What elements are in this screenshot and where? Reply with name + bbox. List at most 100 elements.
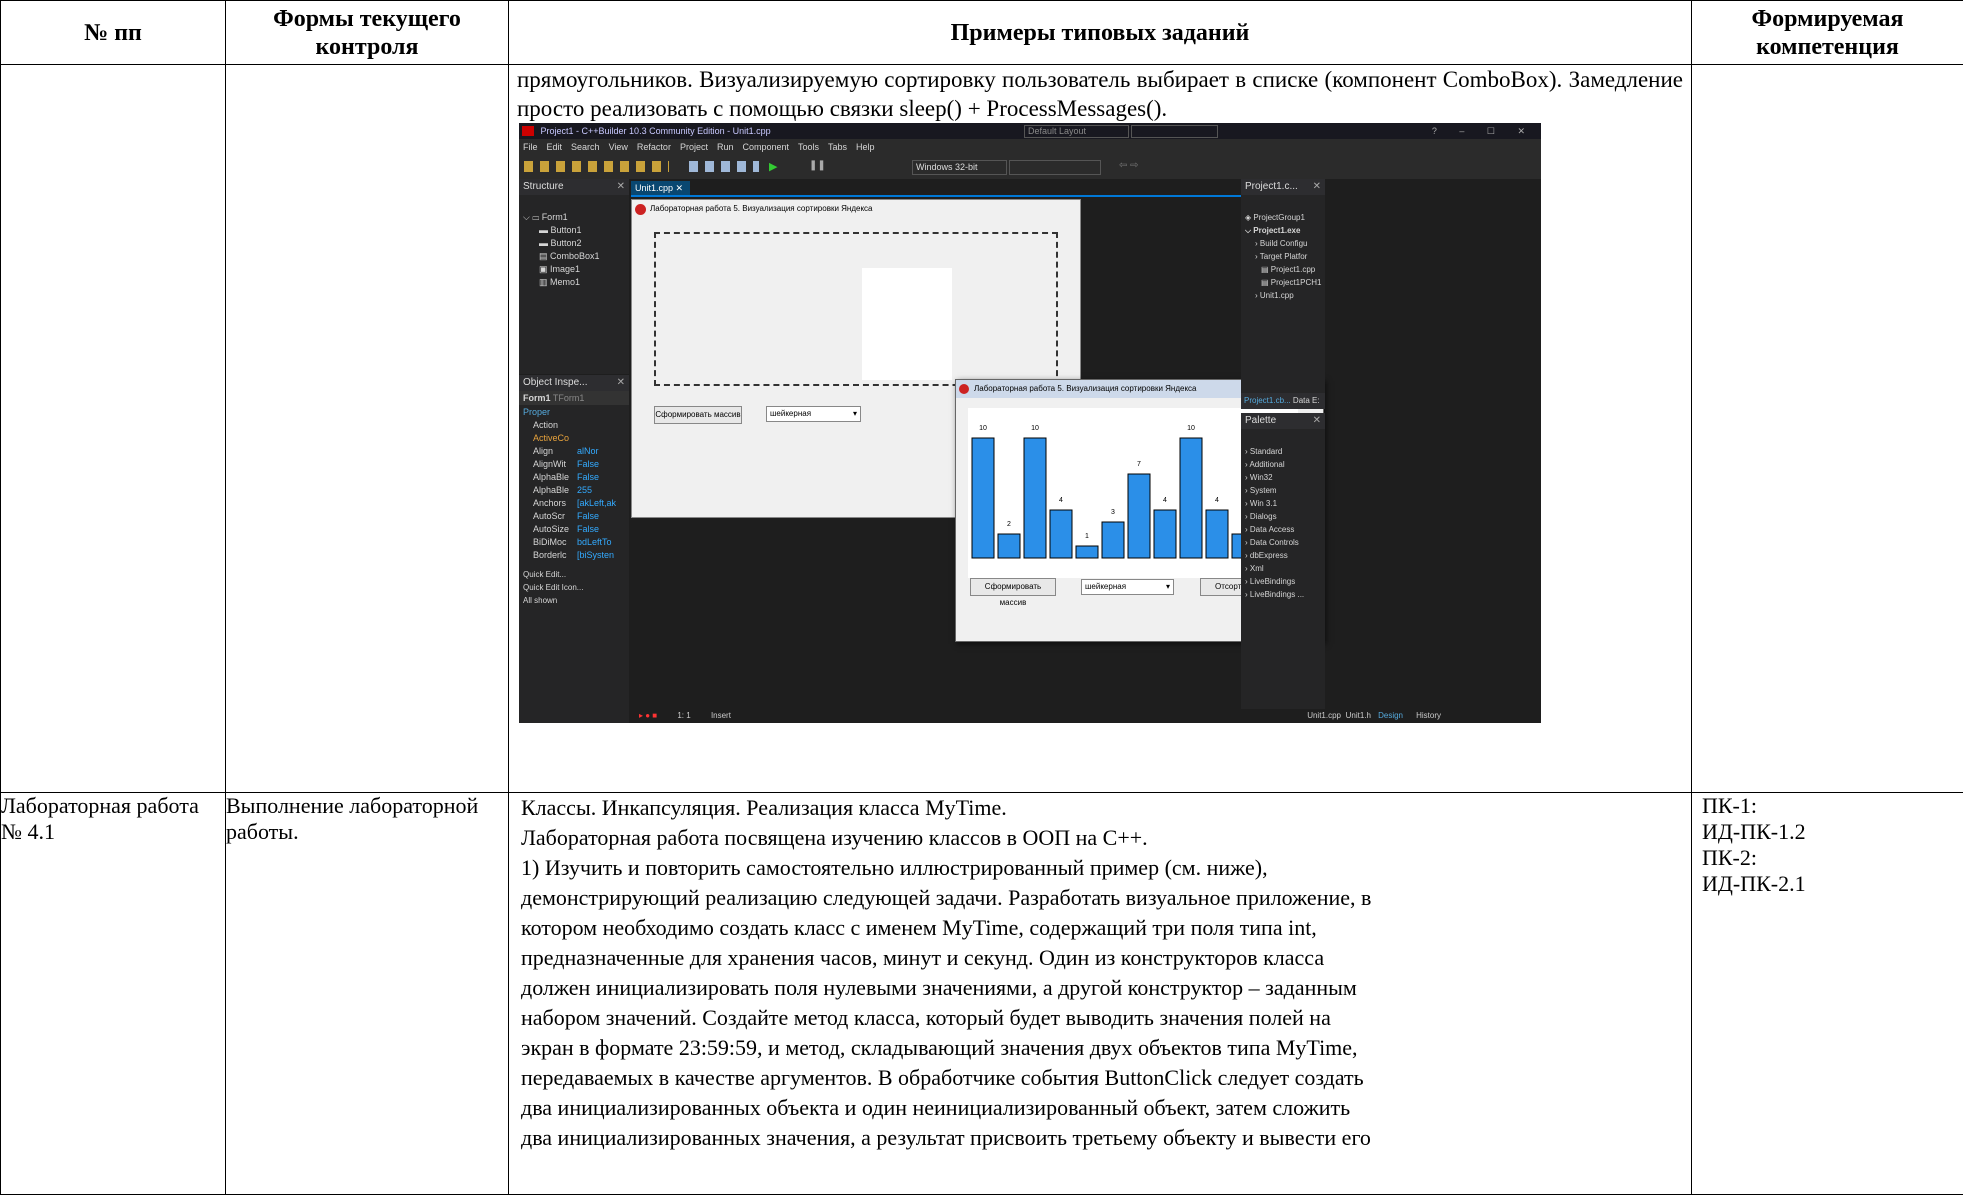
menu-edit[interactable]: Edit (547, 142, 563, 152)
status-tab-unit-cpp[interactable]: Unit1.cpp (1307, 709, 1341, 723)
list-item[interactable]: › Additional (1245, 458, 1325, 471)
menu-component[interactable]: Component (742, 142, 789, 152)
list-item[interactable]: ⌵ Project1.exe (1245, 224, 1325, 237)
oi-row[interactable]: AlphaBle 255 (533, 484, 629, 497)
ide-search-input[interactable] (1131, 125, 1218, 138)
toolbar-file-icons[interactable] (524, 161, 669, 172)
list-item[interactable]: › Dialogs (1245, 510, 1325, 523)
list-item[interactable]: › Standard (1245, 445, 1325, 458)
palette-panel: Palette ✕ › Standard › Additional › Win32… (1241, 413, 1325, 723)
list-item[interactable]: › Win32 (1245, 471, 1325, 484)
menu-tools[interactable]: Tools (798, 142, 819, 152)
sort-type-combo[interactable]: шейкерная ▾ (1081, 579, 1174, 595)
row1-competence (1691, 64, 1963, 793)
menu-help[interactable]: Help (856, 142, 875, 152)
list-item[interactable]: ▬ Button2 (523, 237, 629, 250)
menu-search[interactable]: Search (571, 142, 600, 152)
project-tabs: Project1.cb... Data E: (1241, 393, 1325, 409)
generate-array-button[interactable]: Сформировать массив (970, 578, 1056, 607)
record-icon[interactable]: ▸ ● ■ (639, 711, 657, 720)
close-icon[interactable]: ✕ (1313, 179, 1321, 195)
platform-select[interactable]: Windows 32-bit (912, 160, 1007, 175)
run-icon[interactable]: ▶ (769, 160, 777, 173)
row2-number: Лабораторная работа № 4.1 (0, 792, 226, 1195)
editor-tab[interactable]: Unit1.cpp ✕ (631, 181, 690, 195)
oi-row[interactable]: AutoScr False (533, 510, 629, 523)
list-item[interactable]: › Win 3.1 (1245, 497, 1325, 510)
list-item[interactable]: ▤ Project1.cpp (1245, 263, 1325, 276)
bar-label-2: 10 (1031, 425, 1039, 432)
palette-title: Palette (1245, 415, 1277, 426)
list-item[interactable]: ▥ Memo1 (523, 276, 629, 289)
status-tab-unit-h[interactable]: Unit1.h (1346, 709, 1371, 723)
sort-type-combo[interactable]: шейкерная ▾ (766, 406, 861, 422)
list-item[interactable]: ▣ Image1 (523, 263, 629, 276)
palette-search[interactable] (1241, 429, 1325, 445)
close-icon[interactable]: ✕ (617, 375, 625, 391)
menu-run[interactable]: Run (717, 142, 734, 152)
oi-row[interactable]: AutoSize False (533, 523, 629, 536)
oi-row[interactable]: Align alNor (533, 445, 629, 458)
tab-data-explorer[interactable]: Data E: (1293, 396, 1320, 405)
oi-row[interactable]: ActiveCo (533, 432, 629, 445)
memo-placeholder (862, 268, 952, 380)
list-item[interactable]: ◈ ProjectGroup1 (1245, 211, 1325, 224)
list-item[interactable]: › LiveBindings ... (1245, 588, 1325, 601)
oi-row[interactable]: AlignWit False (533, 458, 629, 471)
list-item[interactable]: › Build Configu (1245, 237, 1325, 250)
menu-project[interactable]: Project (680, 142, 708, 152)
row2-form: Выполнение лабораторной работы. (225, 792, 509, 1195)
oi-row[interactable]: AlphaBle False (533, 471, 629, 484)
oi-properties-tab[interactable]: Proper (519, 405, 629, 419)
pause-icon[interactable]: ❚❚ (809, 160, 826, 171)
cbuilder-logo-icon (522, 126, 534, 136)
status-tab-history[interactable]: History (1416, 709, 1441, 723)
list-item[interactable]: ▤ ComboBox1 (523, 250, 629, 263)
row1-text: прямоугольников. Визуализируемую сортиро… (517, 67, 1683, 121)
ide-title: Project1 - C++Builder 10.3 Community Edi… (540, 126, 771, 136)
menu-view[interactable]: View (609, 142, 628, 152)
window-controls-icon[interactable]: ? – ☐ ✕ (1432, 123, 1535, 139)
row1-number (0, 64, 226, 793)
close-icon[interactable]: ✕ (1313, 413, 1321, 429)
generate-array-button[interactable]: Сформировать массив (654, 406, 742, 424)
bar-label-6: 7 (1137, 461, 1141, 468)
list-item[interactable]: › Data Access (1245, 523, 1325, 536)
menu-tabs[interactable]: Tabs (828, 142, 847, 152)
menu-file[interactable]: File (523, 142, 538, 152)
ide-titlebar: Project1 - C++Builder 10.3 Community Edi… (519, 123, 1541, 139)
list-item[interactable]: › Target Platfor (1245, 250, 1325, 263)
list-item[interactable]: › Xml (1245, 562, 1325, 575)
list-item[interactable]: ▤ Project1PCH1 (1245, 276, 1325, 289)
oi-form-select[interactable]: Form1 TForm1 (519, 391, 629, 405)
editor-tab-underline (631, 195, 1241, 197)
config-select[interactable] (1009, 160, 1101, 175)
quick-edit-link[interactable]: Quick Edit... (523, 568, 629, 581)
list-item[interactable]: › LiveBindings (1245, 575, 1325, 588)
oi-row[interactable]: BiDiMoc bdLeftTo (533, 536, 629, 549)
nav-arrows-icon[interactable]: ⇦ ⇨ (1119, 160, 1139, 171)
menu-refactor[interactable]: Refactor (637, 142, 671, 152)
row2-form-text: Выполнение лабораторной работы. (226, 793, 479, 844)
competence-table: № пп Формы текущего контроля Примеры тип… (0, 0, 1963, 1195)
list-item[interactable]: › dbExpress (1245, 549, 1325, 562)
list-item[interactable]: ▬ Button1 (523, 224, 629, 237)
list-item[interactable]: › Unit1.cpp (1245, 289, 1325, 302)
task-line: передаваемых в качестве аргументов. В об… (521, 1065, 1364, 1090)
list-item[interactable]: › Data Controls (1245, 536, 1325, 549)
list-item[interactable]: ⌵ ▭ Form1 (523, 211, 629, 224)
list-item[interactable]: › System (1245, 484, 1325, 497)
quick-edit-icon-link[interactable]: Quick Edit Icon... (523, 581, 629, 594)
close-icon[interactable]: ✕ (617, 179, 625, 195)
tab-project[interactable]: Project1.cb... (1241, 396, 1291, 405)
status-tab-design[interactable]: Design (1378, 709, 1403, 723)
cursor-position: 1: 1 (677, 711, 691, 720)
oi-property-list: Action ActiveCo Align alNor AlignWit False… (519, 419, 629, 562)
task-line: два инициализированных объекта и один не… (521, 1095, 1351, 1120)
oi-row[interactable]: Borderlc [biSysten (533, 549, 629, 562)
oi-row[interactable]: Action (533, 419, 629, 432)
header-number: № пп (0, 0, 226, 65)
toolbar-window-icons[interactable] (689, 161, 759, 172)
layout-select[interactable]: Default Layout (1024, 125, 1129, 138)
oi-row[interactable]: Anchors [akLeft,ak (533, 497, 629, 510)
